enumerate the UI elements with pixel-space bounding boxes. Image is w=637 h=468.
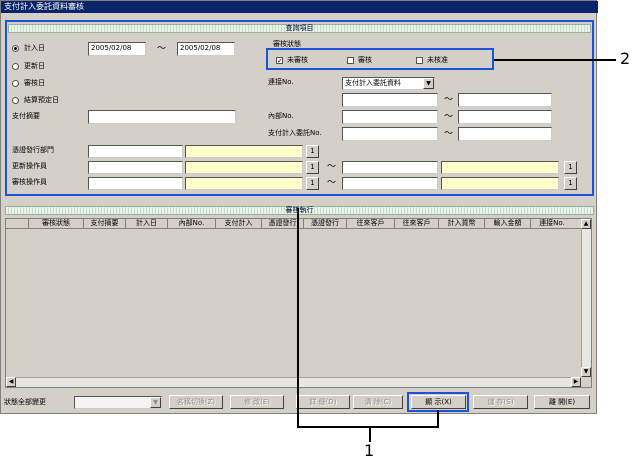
voucher-dept-label: 憑證發行部門 (12, 146, 54, 154)
payment-no-label: 支付計入委託No. (268, 129, 322, 137)
date-range-tilde: 〜 (157, 44, 167, 54)
updater-to-lookup-button[interactable]: 1 (564, 161, 577, 174)
updater-label: 更新操作員 (12, 162, 47, 170)
radio-update-date[interactable] (12, 63, 19, 70)
radio-entry-date-label: 計入日 (24, 44, 45, 52)
link-no-select-value: 支付計入委託資料 (345, 79, 401, 87)
radio-update-date-label: 更新日 (24, 62, 45, 70)
reviewer-to-code-input[interactable] (342, 177, 438, 190)
callout-1-number: 1 (364, 441, 375, 460)
payment-no-from-input[interactable] (342, 127, 438, 141)
voucher-dept-lookup-button[interactable]: 1 (306, 145, 319, 158)
col-payment-entry[interactable]: 支付計入 (216, 219, 262, 228)
radio-settle-date-label: 結算預定日 (24, 96, 59, 104)
summary-label: 支付摘要 (12, 112, 40, 120)
status-unapproved-checkbox[interactable] (416, 57, 423, 64)
status-unapproved-label: 未核准 (427, 56, 448, 64)
exit-button[interactable]: 離 開(E) (534, 395, 590, 409)
bulk-change-select[interactable] (74, 396, 162, 409)
updater-from-code-input[interactable] (88, 161, 183, 174)
search-section-header: 查詢項目 (8, 24, 591, 33)
window-title: 支付計入委託資料審核 (1, 1, 598, 13)
updater-from-name-field (185, 161, 303, 174)
callout-1-line-bottom (297, 426, 439, 428)
bulk-change-label: 狀態全部變更 (4, 398, 46, 406)
link-no-from-input[interactable] (342, 93, 438, 107)
callout-2-number: 2 (620, 49, 631, 68)
col-summary[interactable]: 支付摘要 (84, 219, 126, 228)
radio-settle-date[interactable] (12, 97, 19, 104)
results-section-header: 審核執行 (5, 206, 594, 215)
link-no-tilde: 〜 (444, 95, 454, 105)
col-review-status[interactable]: 審核狀態 (29, 219, 84, 228)
bulk-change-chevron-down-icon[interactable]: ▼ (150, 397, 161, 408)
updater-tilde: 〜 (327, 162, 337, 172)
scroll-down-icon[interactable]: ▼ (581, 367, 591, 377)
reviewer-to-name-field (441, 177, 559, 190)
updater-from-lookup-button[interactable]: 1 (306, 161, 319, 174)
col-client-1[interactable]: 往來客戶 (347, 219, 395, 228)
col-amount[interactable]: 輸入金額 (485, 219, 531, 228)
link-no-to-input[interactable] (458, 93, 552, 107)
reviewer-to-lookup-button[interactable]: 1 (564, 177, 577, 190)
voucher-dept-name-field (185, 145, 303, 158)
col-client-2[interactable]: 往來客戶 (395, 219, 439, 228)
callout-2-line (494, 59, 616, 61)
callout-1-line-stem (369, 426, 371, 442)
summary-input[interactable] (88, 110, 236, 124)
reviewer-from-code-input[interactable] (88, 177, 183, 190)
radio-review-date[interactable] (12, 80, 19, 87)
col-entry-date[interactable]: 計入日 (126, 219, 168, 228)
clear-button[interactable]: 清 除(C) (353, 395, 403, 409)
radio-review-date-label: 審核日 (24, 79, 45, 87)
updater-to-name-field (441, 161, 559, 174)
reviewer-tilde: 〜 (327, 178, 337, 188)
internal-no-from-input[interactable] (342, 110, 438, 124)
reviewer-from-lookup-button[interactable]: 1 (306, 177, 319, 190)
scroll-right-icon[interactable]: ▶ (571, 377, 581, 387)
edit-button[interactable]: 修 改(E) (230, 395, 284, 409)
internal-no-tilde: 〜 (444, 112, 454, 122)
date-to-input[interactable]: 2005/02/08 (177, 42, 235, 56)
col-link-no[interactable]: 連接No. (531, 219, 573, 228)
date-from-input[interactable]: 2005/02/08 (88, 42, 146, 56)
display-button[interactable]: 顯 示(X) (411, 395, 466, 409)
name-switch-button[interactable]: 名稱切換(Z) (169, 395, 223, 409)
save-button[interactable]: 儲 存(S) (473, 395, 528, 409)
scroll-left-icon[interactable]: ◀ (6, 377, 16, 387)
voucher-dept-code-input[interactable] (88, 145, 183, 158)
link-no-label: 連接No. (268, 78, 294, 86)
internal-no-to-input[interactable] (458, 110, 552, 124)
updater-to-code-input[interactable] (342, 161, 438, 174)
payment-no-tilde: 〜 (444, 129, 454, 139)
radio-entry-date[interactable] (12, 45, 19, 52)
vertical-scrollbar[interactable] (581, 219, 591, 377)
status-reviewed-label: 審核 (358, 56, 372, 64)
status-unreviewed-checkbox[interactable]: ✓ (276, 57, 283, 65)
status-unreviewed-label: 未審核 (287, 56, 308, 64)
reviewer-label: 審核操作員 (12, 178, 47, 186)
col-voucher-issue-2[interactable]: 憑證發行 (304, 219, 347, 228)
reviewer-from-name-field (185, 177, 303, 190)
col-currency[interactable]: 計入貨幣 (439, 219, 485, 228)
horizontal-scrollbar[interactable] (6, 377, 581, 387)
status-reviewed-checkbox[interactable] (347, 57, 354, 64)
col-internal-no[interactable]: 內部No. (168, 219, 216, 228)
chevron-down-icon[interactable]: ▼ (423, 78, 434, 89)
link-no-select[interactable]: 支付計入委託資料 (342, 77, 435, 90)
callout-1-line-left (297, 208, 299, 428)
internal-no-label: 內部No. (268, 112, 294, 120)
detail-button[interactable]: 詳 細(D) (296, 395, 350, 409)
scroll-up-icon[interactable]: ▲ (581, 219, 591, 229)
payment-no-to-input[interactable] (458, 127, 552, 141)
